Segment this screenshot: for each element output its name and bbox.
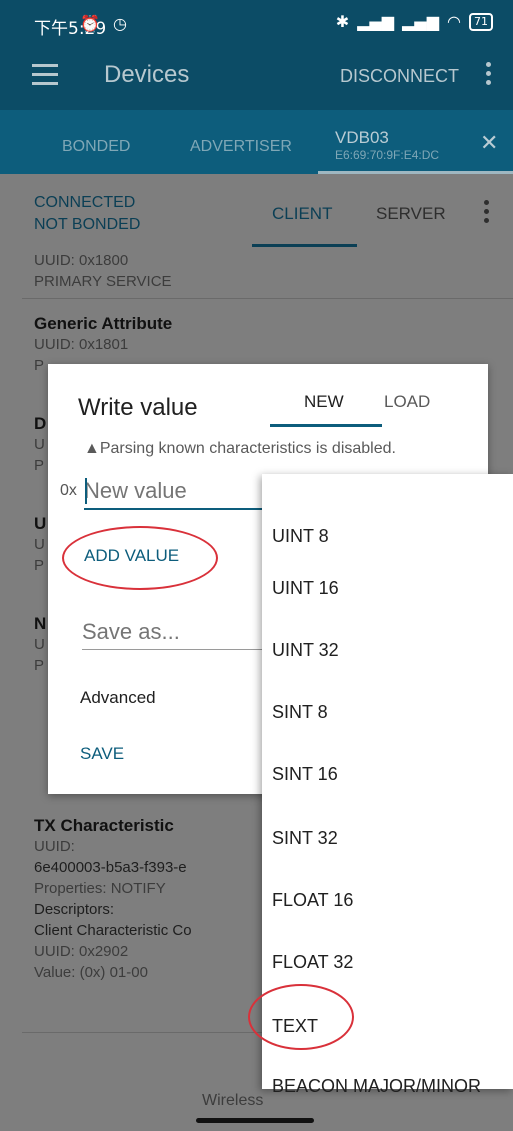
wifi-icon: ◠ <box>447 12 461 31</box>
connection-state: CONNECTED NOT BONDED <box>34 194 141 233</box>
characteristic-item[interactable]: TX Characteristic UUID: 6e400003-b5a3-f3… <box>34 816 192 983</box>
value-input[interactable] <box>84 474 264 510</box>
parsing-warning: ▲Parsing known characteristics is disabl… <box>84 440 396 457</box>
disconnect-button[interactable]: DISCONNECT <box>340 66 459 87</box>
annotation-circle <box>62 526 218 590</box>
status-icons-left: ⏰ ◷ <box>80 14 131 33</box>
overflow-menu-icon[interactable] <box>482 200 490 227</box>
bluetooth-icon: ✱ <box>335 12 350 31</box>
page-title: Devices <box>104 61 190 88</box>
save-button[interactable]: SAVE <box>80 744 124 764</box>
list-item[interactable]: D U P <box>34 414 46 476</box>
menu-item-float32[interactable]: FLOAT 32 <box>272 952 353 973</box>
close-icon[interactable]: ✕ <box>480 130 498 156</box>
menu-item-float16[interactable]: FLOAT 16 <box>272 890 353 911</box>
footer-text: Wireless <box>202 1092 264 1109</box>
list-item[interactable]: UUID: 0x1800 PRIMARY SERVICE <box>34 250 172 292</box>
battery-icon: 71 <box>469 12 493 31</box>
tab-server[interactable]: SERVER <box>376 204 446 224</box>
list-item[interactable]: N U P <box>34 614 46 676</box>
menu-item-sint8[interactable]: SINT 8 <box>272 702 328 723</box>
device-address: E6:69:70:9F:E4:DC <box>335 148 440 162</box>
divider <box>22 298 513 299</box>
advanced-toggle[interactable]: Advanced <box>80 688 156 708</box>
tab-new[interactable]: NEW <box>304 392 344 412</box>
type-dropdown-menu: UINT 8 UINT 16 UINT 32 SINT 8 SINT 16 SI… <box>248 474 513 1096</box>
menu-icon[interactable] <box>32 64 58 90</box>
menu-item-sint32[interactable]: SINT 32 <box>272 828 338 849</box>
dialog-title: Write value <box>78 394 198 421</box>
app-bar: Devices DISCONNECT <box>0 46 513 110</box>
menu-item-uint16[interactable]: UINT 16 <box>272 578 339 599</box>
menu-item-uint8[interactable]: UINT 8 <box>272 526 329 547</box>
home-indicator[interactable] <box>196 1118 314 1123</box>
signal-icon-2: ▂▄▆ <box>402 12 440 31</box>
tab-new-indicator <box>270 424 382 427</box>
tab-bonded[interactable]: BONDED <box>62 138 130 156</box>
overflow-menu-icon[interactable] <box>484 62 492 92</box>
hex-prefix: 0x <box>60 482 77 499</box>
device-tabs: BONDED ADVERTISER VDB03 E6:69:70:9F:E4:D… <box>0 110 513 174</box>
menu-item-beacon[interactable]: BEACON MAJOR/MINOR <box>272 1076 481 1097</box>
list-item[interactable]: U U P <box>34 514 46 576</box>
tab-advertiser[interactable]: ADVERTISER <box>190 138 292 156</box>
annotation-circle <box>248 984 354 1050</box>
signal-icon: ▂▄▆ <box>357 12 395 31</box>
status-icons-right: ✱ ▂▄▆ ▂▄▆ ◠ 71 <box>336 12 493 31</box>
status-bar: 下午5:29 ⏰ ◷ ✱ ▂▄▆ ▂▄▆ ◠ 71 <box>0 0 513 46</box>
save-as-input[interactable] <box>82 614 264 650</box>
device-name: VDB03 <box>335 128 389 147</box>
connection-bar: CONNECTED NOT BONDED CLIENT SERVER <box>0 174 513 250</box>
text-cursor <box>85 478 87 504</box>
menu-item-sint16[interactable]: SINT 16 <box>272 764 338 785</box>
tab-load[interactable]: LOAD <box>384 392 430 412</box>
tab-client-indicator <box>252 244 357 247</box>
tab-client[interactable]: CLIENT <box>272 204 332 224</box>
warning-icon: ▲ <box>84 440 100 457</box>
menu-item-uint32[interactable]: UINT 32 <box>272 640 339 661</box>
navigation-bar <box>0 1110 513 1131</box>
